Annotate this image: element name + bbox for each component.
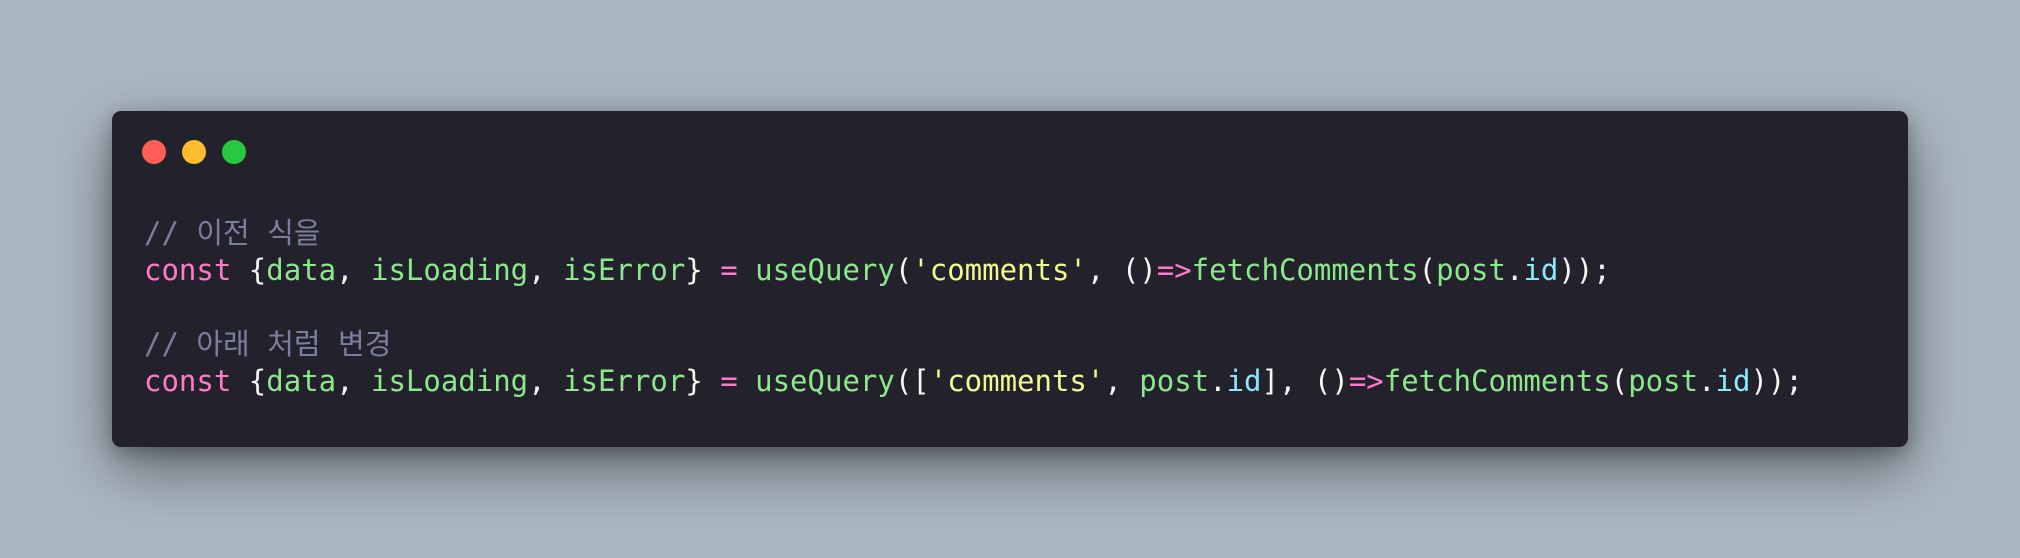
- code-token-ident: fetchComments: [1191, 253, 1419, 287]
- code-line: const {data, isLoading, isError} = useQu…: [144, 363, 1803, 400]
- code-token-punct: {: [231, 364, 267, 398]
- code-line: // 아래 처럼 변경: [144, 326, 1803, 363]
- code-token-ident: post: [1436, 253, 1506, 287]
- window-controls: [142, 140, 246, 164]
- code-token-prop: id: [1226, 364, 1262, 398]
- code-token-punct: , (): [1086, 253, 1157, 287]
- close-button[interactable]: [142, 140, 166, 164]
- code-token-ident: useQuery: [755, 253, 895, 287]
- code-token-punct: .: [1505, 253, 1524, 287]
- code-token-op: =: [720, 364, 738, 398]
- code-token-ident: data: [266, 253, 337, 287]
- maximize-button[interactable]: [222, 140, 246, 164]
- code-token-punct: }: [685, 253, 721, 287]
- code-token-ident: isError: [563, 253, 686, 287]
- code-line: const {data, isLoading, isError} = useQu…: [144, 252, 1803, 289]
- code-token-punct: ,: [528, 364, 564, 398]
- code-token-punct: [738, 364, 755, 398]
- code-token-ident: post: [1628, 364, 1699, 398]
- code-token-punct: (: [1610, 364, 1629, 398]
- code-window: // 이전 식을 const {data, isLoading, isError}…: [112, 111, 1908, 447]
- code-token-keyword: const: [144, 253, 232, 287]
- code-line: // 이전 식을: [144, 215, 1803, 252]
- code-token-punct: ,: [336, 253, 371, 287]
- code-token-punct: ([: [894, 364, 930, 398]
- code-token-punct: ));: [1558, 253, 1611, 287]
- code-token-comment: // 이전 식을: [144, 216, 321, 250]
- code-token-prop: id: [1523, 253, 1559, 287]
- code-token-punct: ], (): [1261, 364, 1349, 398]
- code-token-punct: {: [231, 253, 267, 287]
- code-token-punct: ,: [336, 364, 371, 398]
- code-token-ident: fetchComments: [1383, 364, 1611, 398]
- code-token-op: =>: [1156, 253, 1192, 287]
- code-token-comment: // 아래 처럼 변경: [144, 327, 392, 361]
- code-token-ident: isLoading: [371, 253, 529, 287]
- minimize-button[interactable]: [182, 140, 206, 164]
- code-token-punct: ,: [528, 253, 564, 287]
- code-token-punct: .: [1698, 364, 1716, 398]
- code-token-op: =>: [1348, 364, 1384, 398]
- code-token-punct: (: [1418, 253, 1437, 287]
- code-token-punct: ,: [1104, 364, 1140, 398]
- code-token-ident: useQuery: [755, 364, 895, 398]
- code-token-punct: .: [1209, 364, 1227, 398]
- code-token-ident: data: [266, 364, 337, 398]
- code-token-ident: post: [1139, 364, 1210, 398]
- code-token-op: =: [720, 253, 738, 287]
- code-token-ident: isLoading: [371, 364, 529, 398]
- code-token-punct: [738, 253, 755, 287]
- code-token-punct: ));: [1750, 364, 1803, 398]
- code-token-string: 'comments': [929, 364, 1105, 398]
- code-block: // 이전 식을 const {data, isLoading, isError}…: [144, 215, 1803, 400]
- code-token-punct: (: [894, 253, 913, 287]
- code-token-string: 'comments': [912, 253, 1087, 287]
- code-token-ident: isError: [563, 364, 686, 398]
- code-token-keyword: const: [144, 364, 232, 398]
- code-token-prop: id: [1715, 364, 1751, 398]
- code-token-punct: }: [685, 364, 721, 398]
